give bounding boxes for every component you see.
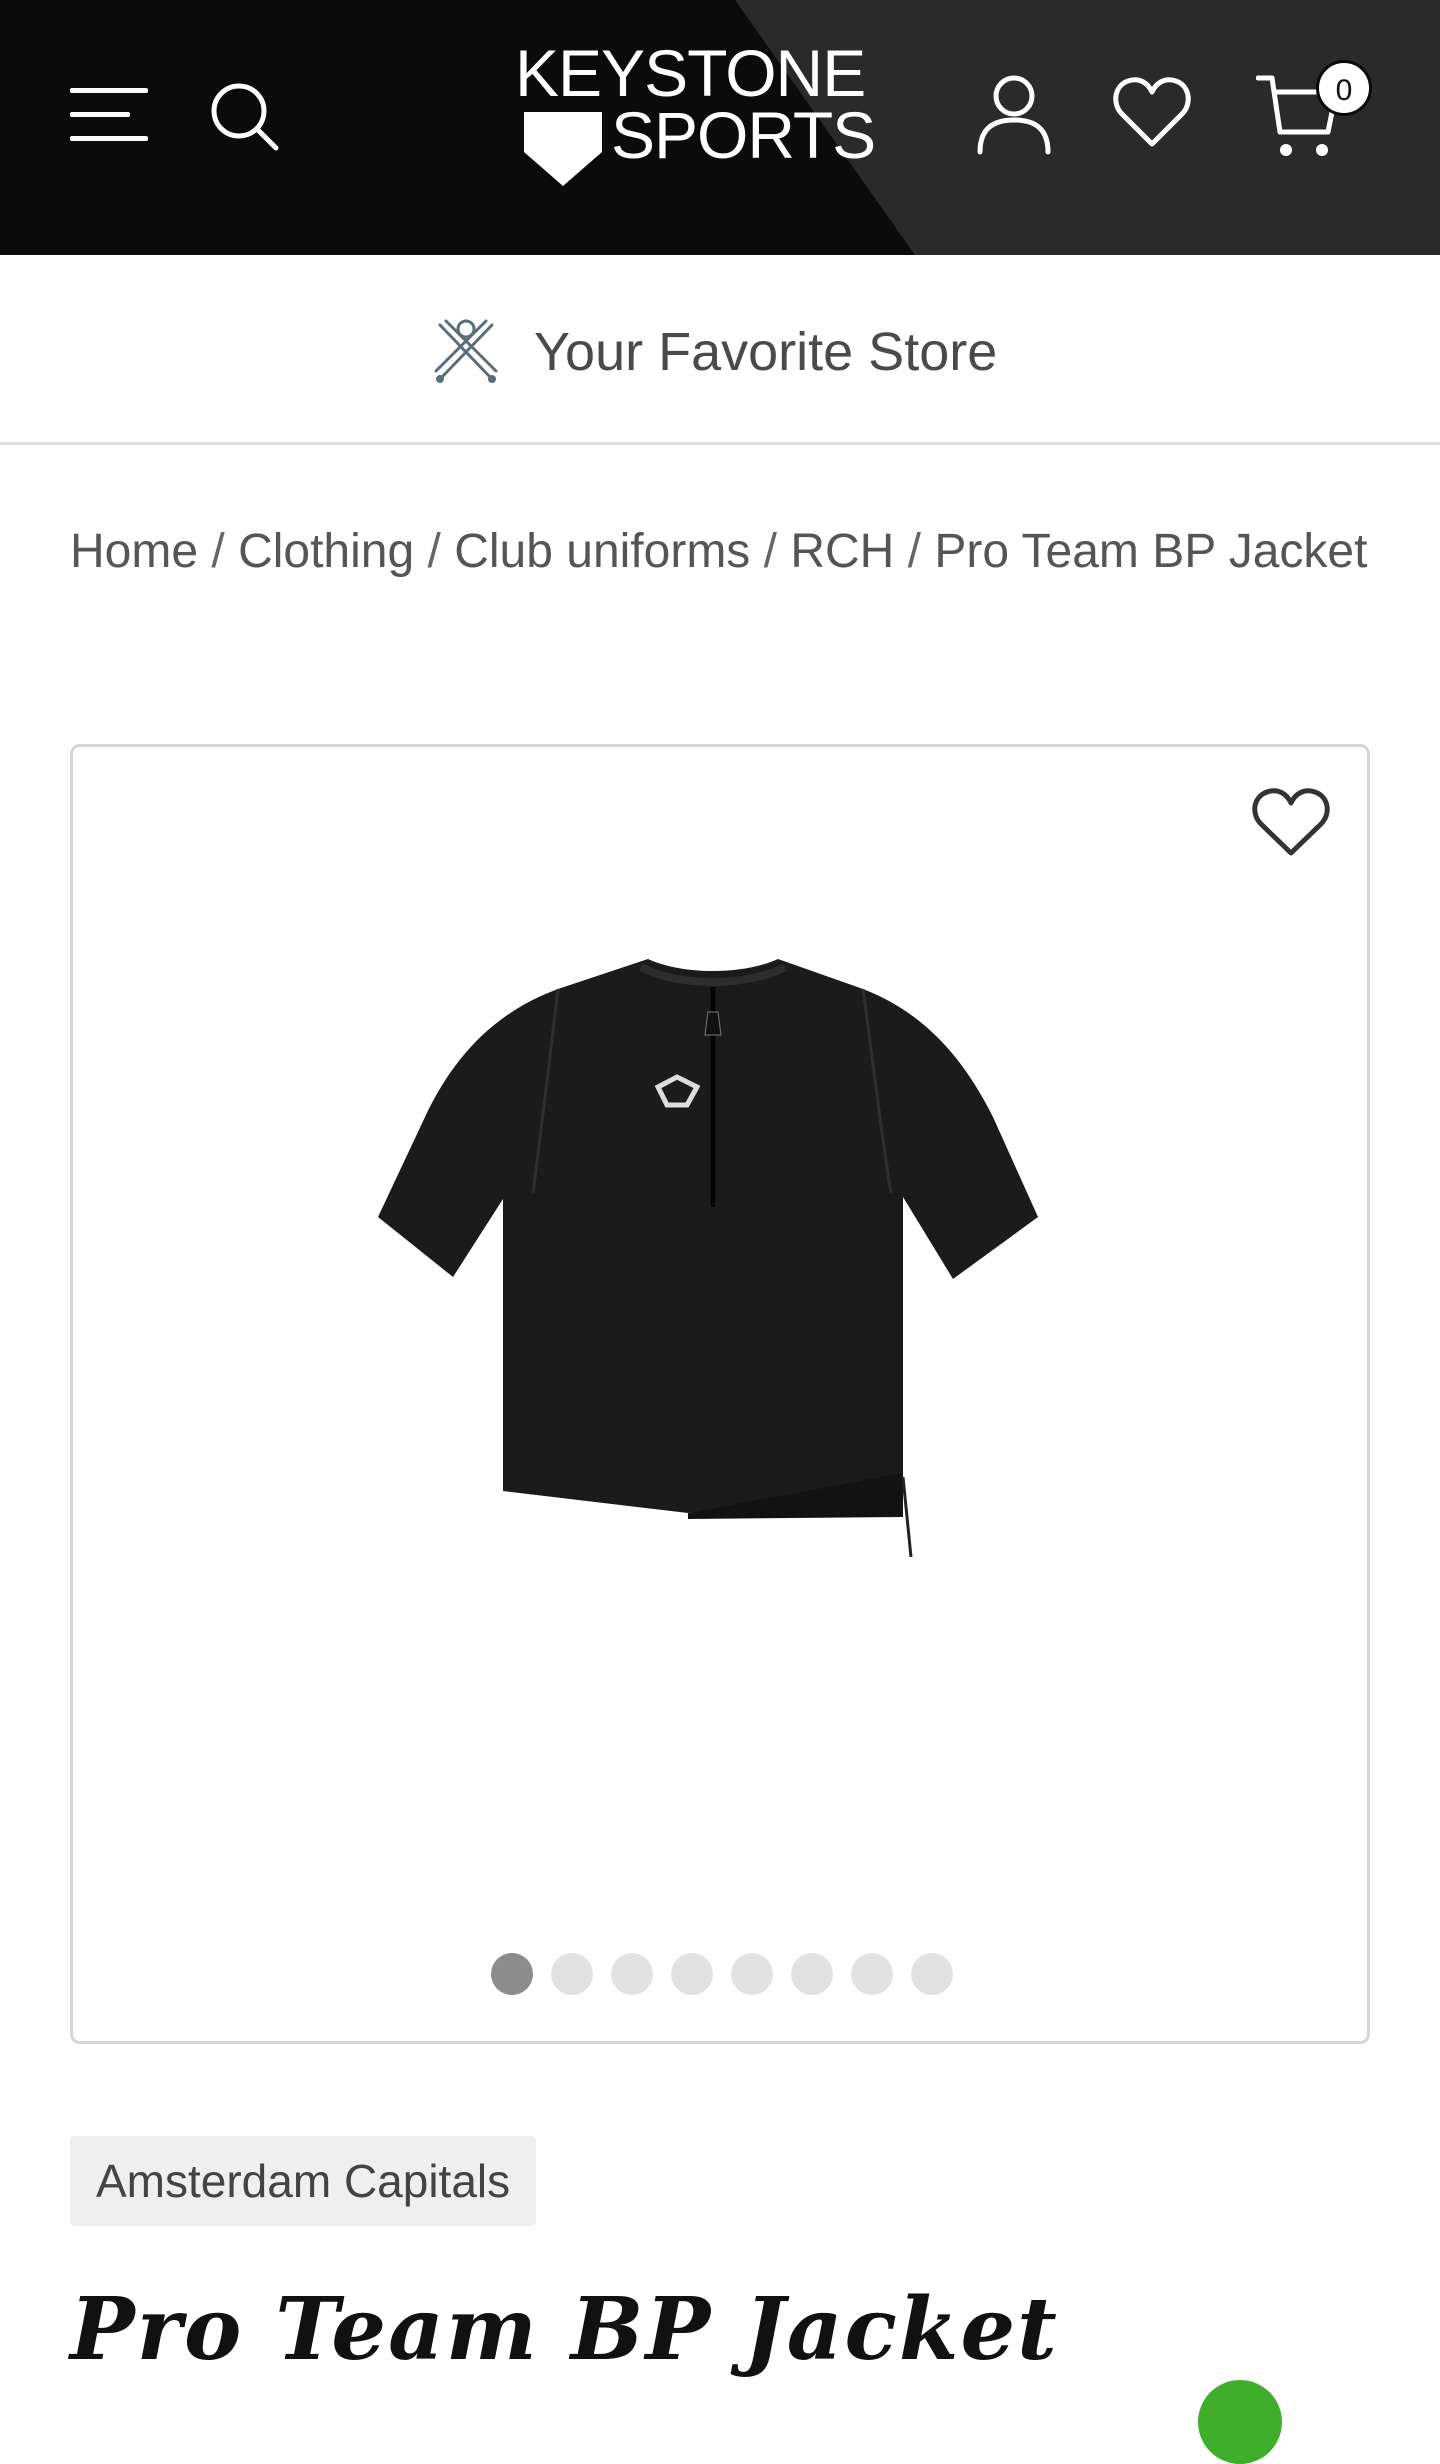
site-header: KEYSTONE SPORTS 0 [0,0,1440,255]
heart-icon[interactable] [1251,787,1331,859]
gallery-dot-8[interactable] [911,1953,953,1995]
promo-bar: Your Favorite Store [0,255,1440,445]
gallery-dot-6[interactable] [791,1953,833,1995]
product-image[interactable] [303,917,1123,1737]
vendor-tag[interactable]: Amsterdam Capitals [70,2136,537,2226]
gallery-dot-5[interactable] [731,1953,773,1995]
account-icon[interactable] [974,72,1054,156]
breadcrumb-home[interactable]: Home [70,525,198,578]
product-gallery[interactable] [70,744,1370,2044]
site-logo[interactable]: KEYSTONE SPORTS [515,38,876,198]
promo-text: Your Favorite Store [534,322,998,382]
home-plate-icon [524,112,602,186]
gallery-dot-2[interactable] [551,1953,593,1995]
gallery-dots [491,1953,971,1995]
breadcrumb-current: Pro Team BP Jacket [934,525,1368,578]
breadcrumb-separator: / [907,525,935,578]
breadcrumb-separator: / [211,525,239,578]
breadcrumb: Home / Clothing / Club uniforms / RCH / … [70,500,1390,604]
menu-icon[interactable] [70,84,148,144]
breadcrumb-club-uniforms[interactable]: Club uniforms [454,525,750,578]
gallery-dot-3[interactable] [611,1953,653,1995]
breadcrumb-separator: / [763,525,791,578]
heart-icon[interactable] [1112,74,1192,150]
breadcrumb-separator: / [427,525,455,578]
breadcrumb-rch[interactable]: RCH [790,525,894,578]
cart-count-badge[interactable]: 0 [1316,60,1372,116]
product-title: Pro Team BP Jacket [70,2279,1059,2380]
gallery-dot-1[interactable] [491,1953,533,1995]
gallery-dot-4[interactable] [671,1953,713,1995]
logo-text-sports: SPORTS [611,98,876,172]
breadcrumb-clothing[interactable]: Clothing [238,525,414,578]
search-icon[interactable] [208,80,280,152]
gallery-dot-7[interactable] [851,1953,893,1995]
crossed-bats-icon [434,319,498,383]
